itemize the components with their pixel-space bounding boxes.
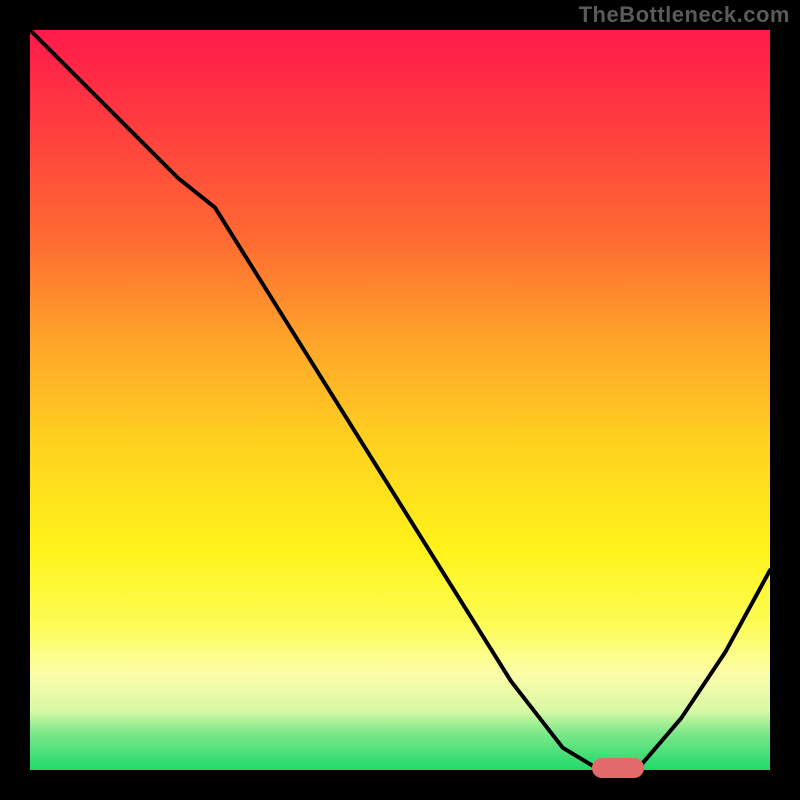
watermark-text: TheBottleneck.com: [579, 2, 790, 28]
highlight-marker: [592, 758, 644, 778]
chart-frame: TheBottleneck.com: [0, 0, 800, 800]
plot-area: [30, 30, 770, 770]
bottleneck-curve: [30, 30, 770, 770]
